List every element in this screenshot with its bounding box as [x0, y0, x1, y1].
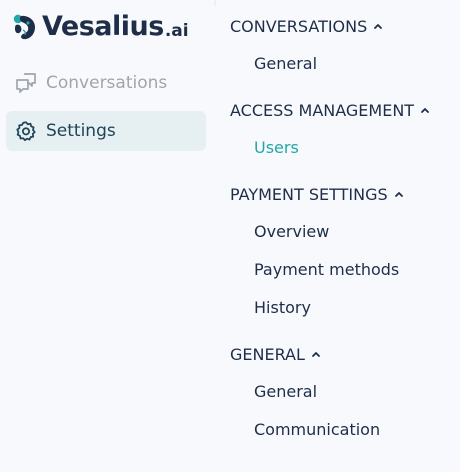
menu-item-general[interactable]: General	[254, 380, 317, 404]
section-general-header[interactable]: GENERAL	[230, 342, 321, 366]
menu-item-communication[interactable]: Communication	[254, 418, 380, 442]
brand-suffix: .ai	[164, 21, 189, 41]
menu-item-users[interactable]: Users	[254, 136, 299, 160]
chat-bubbles-icon	[14, 71, 38, 95]
sidebar-item-settings[interactable]: Settings	[6, 111, 206, 151]
vesalius-logo-icon	[13, 14, 35, 40]
chevron-up-icon	[394, 189, 404, 199]
sidebar-item-label: Settings	[46, 121, 116, 141]
menu-item-overview[interactable]: Overview	[254, 220, 329, 244]
section-payment-settings-header[interactable]: PAYMENT SETTINGS	[230, 182, 404, 206]
chevron-up-icon	[373, 21, 383, 31]
chevron-up-icon	[311, 349, 321, 359]
menu-item-history[interactable]: History	[254, 296, 311, 320]
chevron-up-icon	[420, 105, 430, 115]
vesalius-logo[interactable]: Vesalius .ai	[12, 10, 189, 44]
gear-icon	[14, 119, 38, 143]
sidebar: Vesalius .ai Conversations Settings	[0, 0, 214, 472]
sidebar-item-label: Conversations	[46, 73, 168, 93]
sidebar-item-conversations[interactable]: Conversations	[6, 63, 206, 103]
menu-item-payment-methods[interactable]: Payment methods	[254, 258, 399, 282]
section-title: CONVERSATIONS	[230, 16, 368, 36]
menu-item-conversations-general[interactable]: General	[254, 52, 317, 76]
section-conversations-header[interactable]: CONVERSATIONS	[230, 14, 383, 38]
brand-name: Vesalius	[42, 11, 164, 42]
settings-menu: CONVERSATIONS General ACCESS MANAGEMENT …	[216, 0, 460, 472]
section-title: ACCESS MANAGEMENT	[230, 100, 415, 120]
section-title: PAYMENT SETTINGS	[230, 184, 388, 204]
section-access-management-header[interactable]: ACCESS MANAGEMENT	[230, 98, 430, 122]
section-title: GENERAL	[230, 344, 305, 364]
